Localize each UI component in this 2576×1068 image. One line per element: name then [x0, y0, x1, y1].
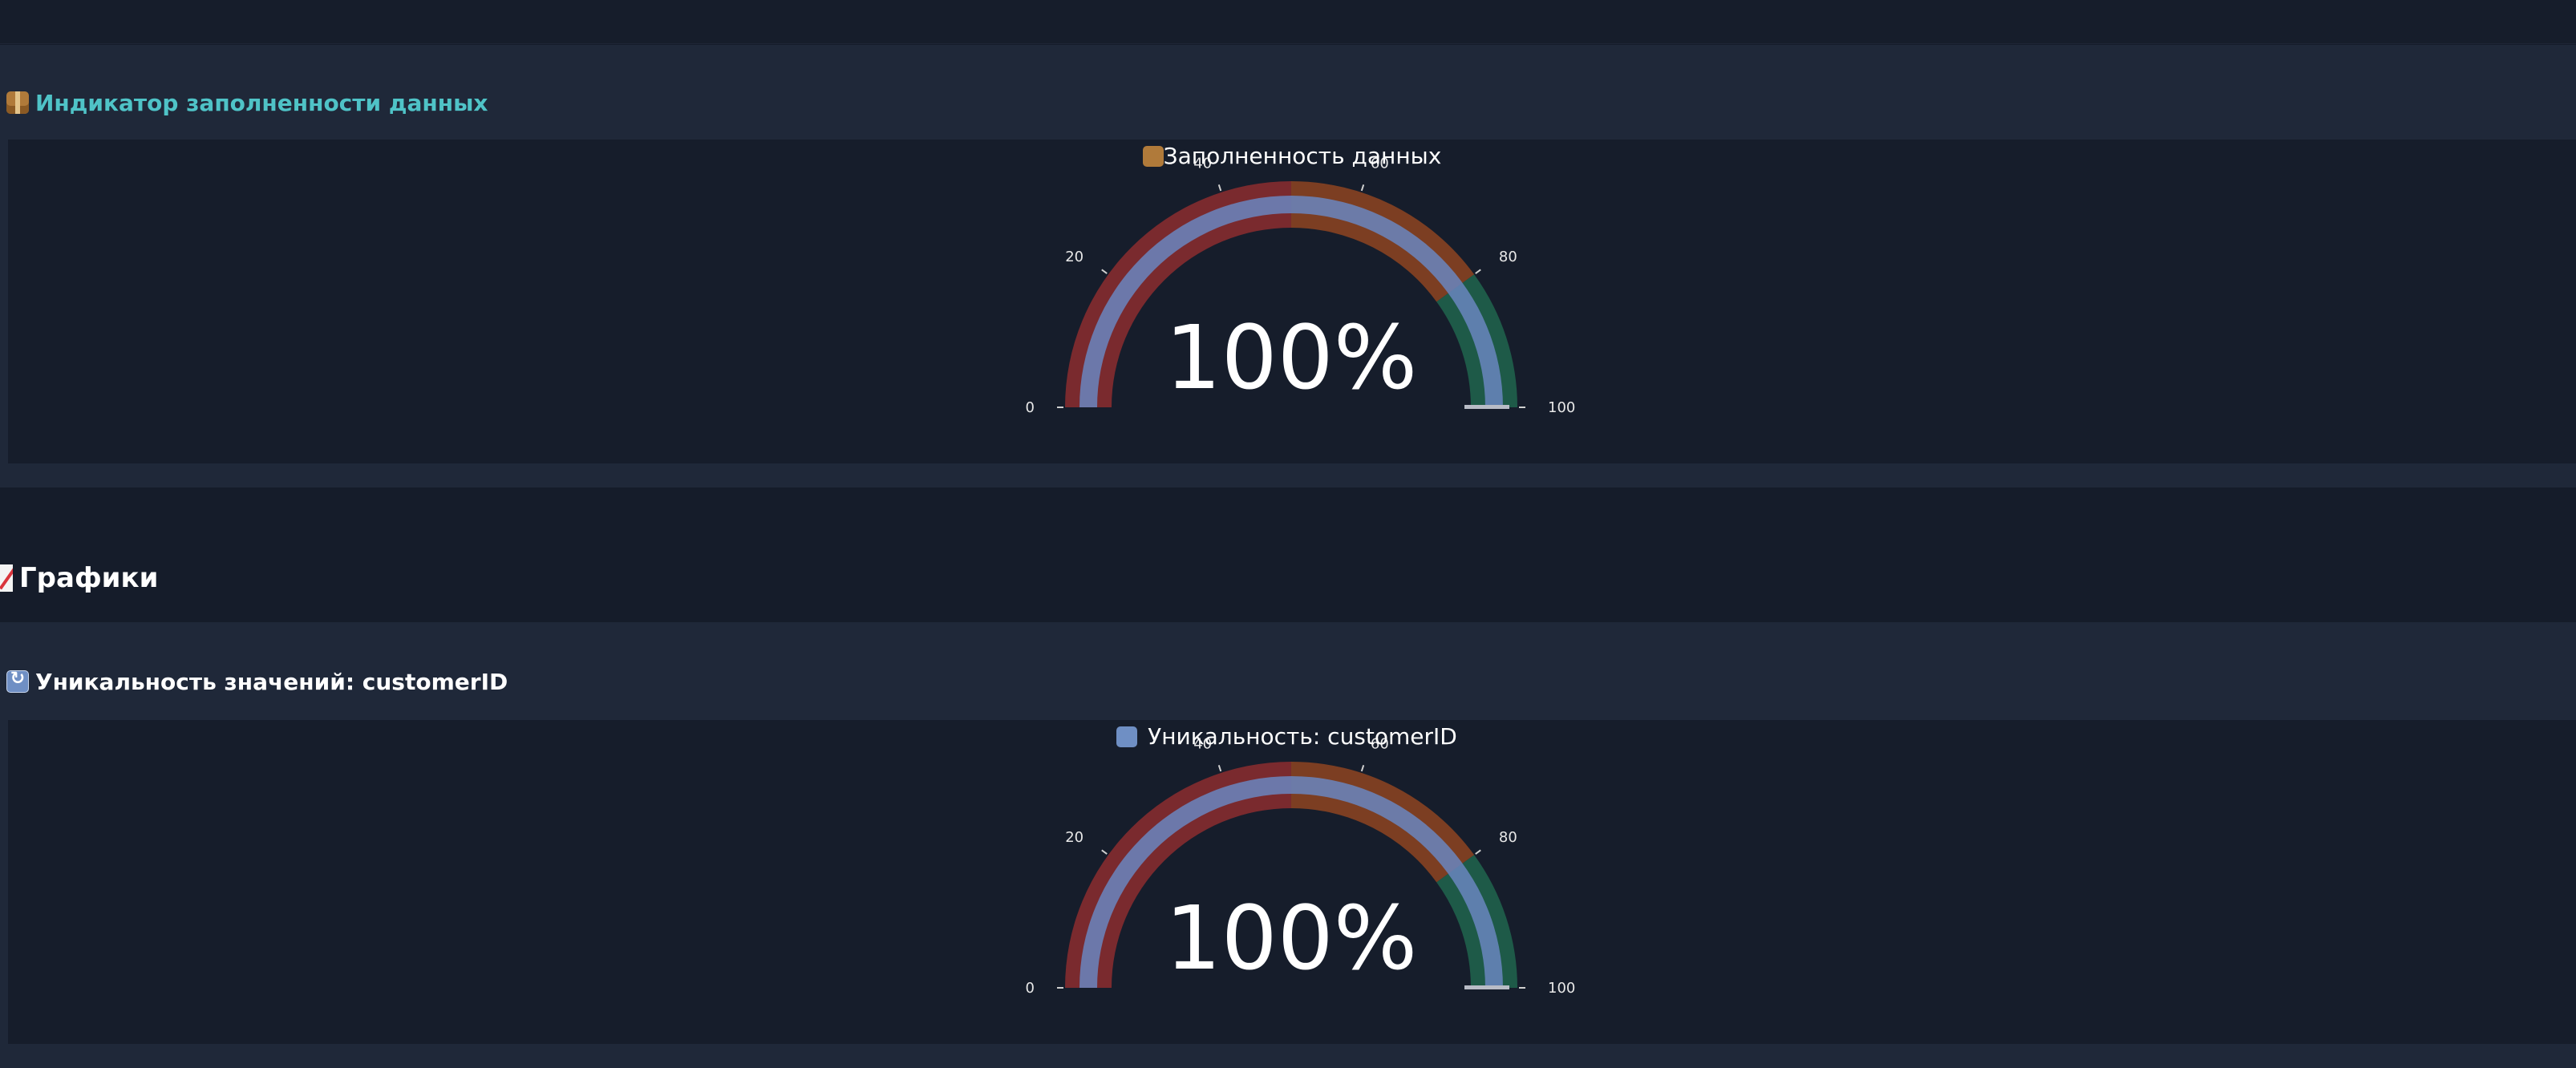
gauge-value-label: 100%	[1165, 887, 1417, 989]
gauge-tick	[1475, 269, 1481, 274]
panel-header: Индикатор заполненности данных	[6, 87, 488, 119]
panel-header-label: Индикатор заполненности данных	[35, 89, 488, 116]
gauge-tick-label: 20	[1065, 829, 1083, 846]
gauge-tick	[1475, 849, 1481, 855]
gauge-tick-label: 20	[1065, 249, 1083, 265]
gauge-tick-label: 100	[1548, 399, 1575, 416]
gauge-chart-area: 0 20 40 60 80 100 Заполненность данных 100%	[8, 140, 2576, 463]
completeness-panel: Индикатор заполненности данных 0 20 40 60 80…	[0, 45, 2576, 487]
panel-header: Уникальность значений: customerID	[6, 665, 508, 698]
gauge-tick	[1217, 184, 1222, 192]
gauge-tick-label: 100	[1548, 980, 1575, 997]
repeat-icon	[1116, 726, 1137, 747]
uniqueness-panel: Уникальность значений: customerID 020406…	[0, 622, 2576, 1068]
gauge-value-label: 100%	[1165, 306, 1417, 409]
repeat-icon	[6, 669, 29, 693]
chart-increasing-icon	[0, 564, 13, 592]
package-icon	[1143, 146, 1164, 167]
gauge-tick	[1360, 184, 1365, 192]
uniqueness-gauge: 02040 6080100Уникальность: customerID100%	[1026, 723, 1576, 997]
gauge-title: Заполненность данных	[1164, 143, 1442, 169]
gauge-tick	[1101, 269, 1108, 274]
gauge-tick-label: 0	[1026, 399, 1035, 416]
gauge-tick	[1217, 764, 1222, 772]
gauge-tick-label: 80	[1499, 249, 1517, 265]
completeness-gauge: 02040 6080100Заполненность данных100%	[1026, 143, 1576, 416]
top-strip	[0, 0, 2576, 44]
panel-header-label: Уникальность значений: customerID	[35, 668, 508, 695]
gauge-tick-label: 0	[1026, 980, 1035, 997]
gauge-threshold-marker	[1464, 405, 1509, 409]
section-title-label: Графики	[19, 562, 159, 594]
gauge-tick	[1101, 849, 1108, 855]
gauge-tick	[1360, 764, 1365, 772]
gauge-title: Уникальность: customerID	[1148, 723, 1457, 750]
section-title: Графики	[0, 558, 158, 598]
gauge-chart-area: 0 20 40 60 80 100 Уникальность: customerID 100%	[8, 720, 2576, 1044]
gauge-tick-label: 80	[1499, 829, 1517, 846]
package-icon	[6, 91, 29, 114]
gauge-threshold-marker	[1464, 985, 1509, 989]
